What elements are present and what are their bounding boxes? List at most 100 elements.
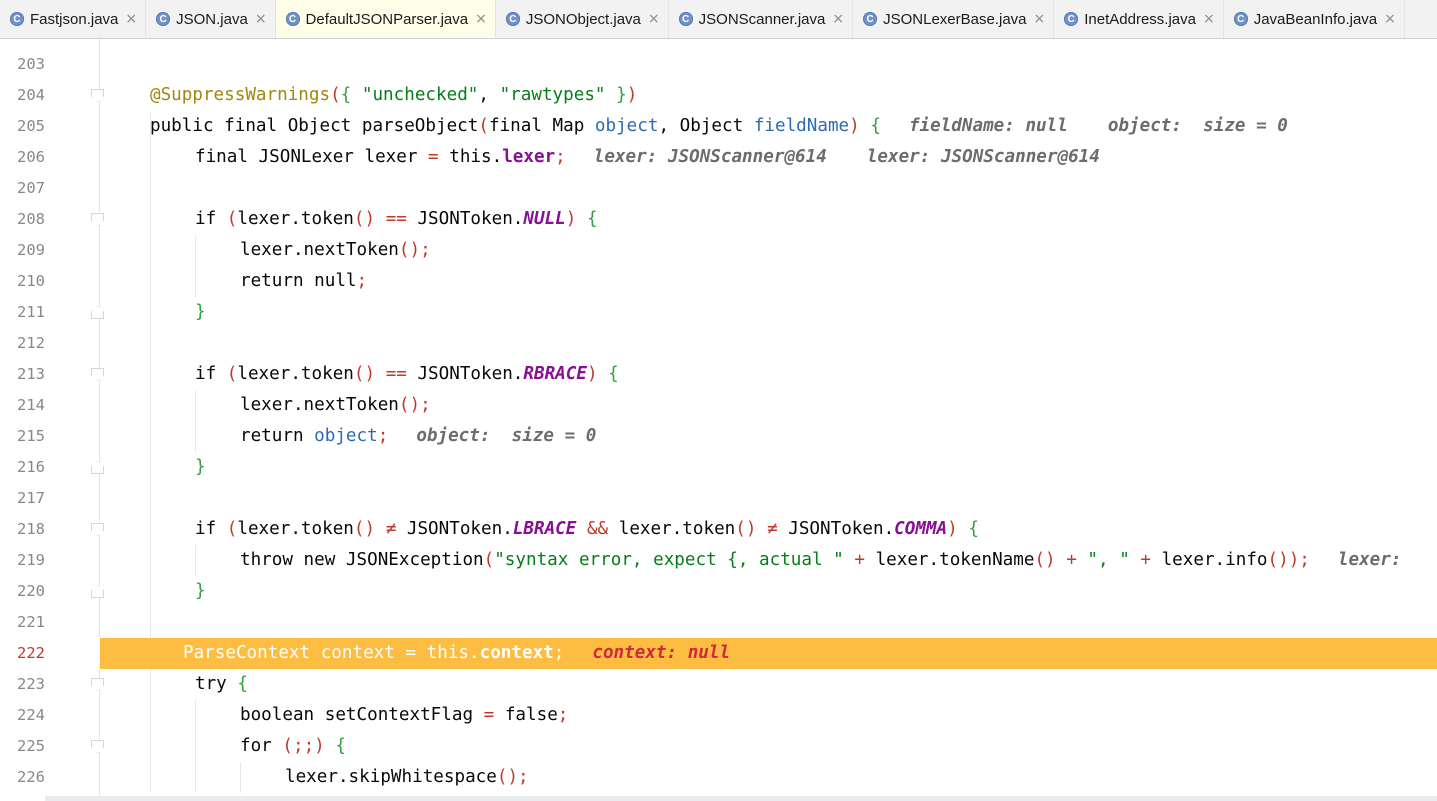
code-line[interactable]: 206 final JSONLexer lexer = this.lexer; le… <box>0 142 1437 173</box>
line-number[interactable]: 225 <box>17 731 57 762</box>
code-text: @SuppressWarnings({ "unchecked", "rawtyp… <box>150 85 638 105</box>
code-text: ParseContext context = this.context; cont… <box>183 643 731 663</box>
line-number[interactable]: 213 <box>17 359 57 390</box>
close-icon[interactable]: × <box>832 11 844 27</box>
code-text: lexer.skipWhitespace(); <box>285 767 529 787</box>
code-text: } <box>195 581 206 601</box>
code-line[interactable]: 219 throw new JSONException("syntax error… <box>0 545 1437 576</box>
close-icon[interactable]: × <box>1384 11 1396 27</box>
fold-marker-icon[interactable] <box>91 585 104 598</box>
class-icon: C <box>10 12 24 26</box>
line-number[interactable]: 224 <box>17 700 57 731</box>
line-number[interactable]: 204 <box>17 80 57 111</box>
tab-label: JavaBeanInfo.java <box>1253 10 1378 28</box>
editor-tab[interactable]: C JSONScanner.java × <box>669 0 854 38</box>
close-icon[interactable]: × <box>475 11 487 27</box>
fold-marker-icon[interactable] <box>91 461 104 474</box>
indent-guide <box>195 762 196 793</box>
class-icon: C <box>156 12 171 26</box>
line-number[interactable]: 220 <box>17 576 57 607</box>
code-line[interactable]: 226 lexer.skipWhitespace(); <box>0 762 1437 793</box>
line-number[interactable]: 222 <box>17 638 57 669</box>
horizontal-scrollbar[interactable] <box>45 796 1437 801</box>
line-number[interactable]: 223 <box>17 669 57 700</box>
line-number[interactable]: 217 <box>17 483 57 514</box>
code-line[interactable]: 214 lexer.nextToken(); <box>0 390 1437 421</box>
line-number[interactable]: 210 <box>17 266 57 297</box>
line-number[interactable]: 209 <box>17 235 57 266</box>
indent-guide <box>150 669 151 700</box>
code-line[interactable]: 216} <box>0 452 1437 483</box>
code-text: final JSONLexer lexer = this.lexer; lexer… <box>195 147 1100 167</box>
code-line[interactable]: 212 <box>0 328 1437 359</box>
code-editor[interactable]: 203 204 @SuppressWarnings({ "unchecked", "… <box>0 39 1437 801</box>
line-number[interactable]: 207 <box>17 173 57 204</box>
tab-label: JSONScanner.java <box>698 10 826 28</box>
inline-debug-value: fieldName: null <box>908 116 1068 136</box>
indent-guide <box>240 762 241 793</box>
code-line[interactable]: 220} <box>0 576 1437 607</box>
code-line[interactable]: 209 lexer.nextToken(); <box>0 235 1437 266</box>
line-number[interactable]: 208 <box>17 204 57 235</box>
line-number[interactable]: 206 <box>17 142 57 173</box>
fold-marker-icon[interactable] <box>91 523 104 536</box>
code-line[interactable]: 215 return object; object: size = 0 <box>0 421 1437 452</box>
code-text: return null; <box>240 271 368 291</box>
code-line[interactable]: 218 if (lexer.token() ≠ JSONToken.LBRACE … <box>0 514 1437 545</box>
indent-guide <box>195 700 196 731</box>
fold-marker-icon[interactable] <box>91 740 104 753</box>
execution-line[interactable]: 222 ParseContext context = this.context; c… <box>0 638 1437 669</box>
code-line[interactable]: 210 return null; <box>0 266 1437 297</box>
code-line[interactable]: 203 <box>0 49 1437 80</box>
code-line[interactable]: 224 boolean setContextFlag = false; <box>0 700 1437 731</box>
line-number[interactable]: 211 <box>17 297 57 328</box>
code-line[interactable]: 217 <box>0 483 1437 514</box>
code-text: if (lexer.token() ≠ JSONToken.LBRACE && … <box>195 519 979 539</box>
editor-tab[interactable]: C InetAddress.java × <box>1054 0 1224 38</box>
line-number[interactable]: 203 <box>17 49 57 80</box>
code-line[interactable]: 221 <box>0 607 1437 638</box>
close-icon[interactable]: × <box>1034 11 1046 27</box>
line-number[interactable]: 215 <box>17 421 57 452</box>
editor-tab[interactable]: C DefaultJSONParser.java × <box>275 0 496 38</box>
indent-guide <box>150 390 151 421</box>
line-number[interactable]: 214 <box>17 390 57 421</box>
inline-debug-value: object: size = 0 <box>1107 116 1288 136</box>
code-line[interactable]: 213 if (lexer.token() == JSONToken.RBRACE… <box>0 359 1437 390</box>
editor-tab[interactable]: C JSONLexerBase.java × <box>853 0 1055 38</box>
editor-tab-bar: C Fastjson.java × C JSON.java × C DefaultJSONPa… <box>0 0 1437 39</box>
close-icon[interactable]: × <box>125 11 137 27</box>
indent-guide <box>150 421 151 452</box>
indent-guide <box>150 452 151 483</box>
line-number[interactable]: 212 <box>17 328 57 359</box>
line-number[interactable]: 216 <box>17 452 57 483</box>
line-number[interactable]: 226 <box>17 762 57 793</box>
code-text: throw new JSONException("syntax error, e… <box>240 550 1402 570</box>
code-line[interactable]: 205 public final Object parseObject(final… <box>0 111 1437 142</box>
fold-marker-icon[interactable] <box>91 89 104 102</box>
fold-marker-icon[interactable] <box>91 368 104 381</box>
line-number[interactable]: 221 <box>17 607 57 638</box>
close-icon[interactable]: × <box>255 11 267 27</box>
editor-tab[interactable]: C Fastjson.java × <box>0 0 147 38</box>
code-line[interactable]: 204 @SuppressWarnings({ "unchecked", "raw… <box>0 80 1437 111</box>
editor-tab[interactable]: C JSON.java × <box>146 0 276 38</box>
indent-guide <box>150 297 151 328</box>
code-line[interactable]: 225 for (;;) { <box>0 731 1437 762</box>
code-line[interactable]: 211} <box>0 297 1437 328</box>
fold-marker-icon[interactable] <box>91 678 104 691</box>
code-line[interactable]: 208 if (lexer.token() == JSONToken.NULL) … <box>0 204 1437 235</box>
line-number[interactable]: 218 <box>17 514 57 545</box>
line-number[interactable]: 219 <box>17 545 57 576</box>
line-number[interactable]: 205 <box>17 111 57 142</box>
code-text: } <box>195 302 206 322</box>
code-line[interactable]: 207 <box>0 173 1437 204</box>
fold-marker-icon[interactable] <box>91 306 104 319</box>
editor-tab[interactable]: C JavaBeanInfo.java × <box>1224 0 1405 38</box>
fold-marker-icon[interactable] <box>91 213 104 226</box>
code-line[interactable]: 223 try { <box>0 669 1437 700</box>
close-icon[interactable]: × <box>1203 11 1215 27</box>
class-icon: C <box>505 12 520 26</box>
close-icon[interactable]: × <box>648 11 660 27</box>
editor-tab[interactable]: C JSONObject.java × <box>496 0 669 38</box>
